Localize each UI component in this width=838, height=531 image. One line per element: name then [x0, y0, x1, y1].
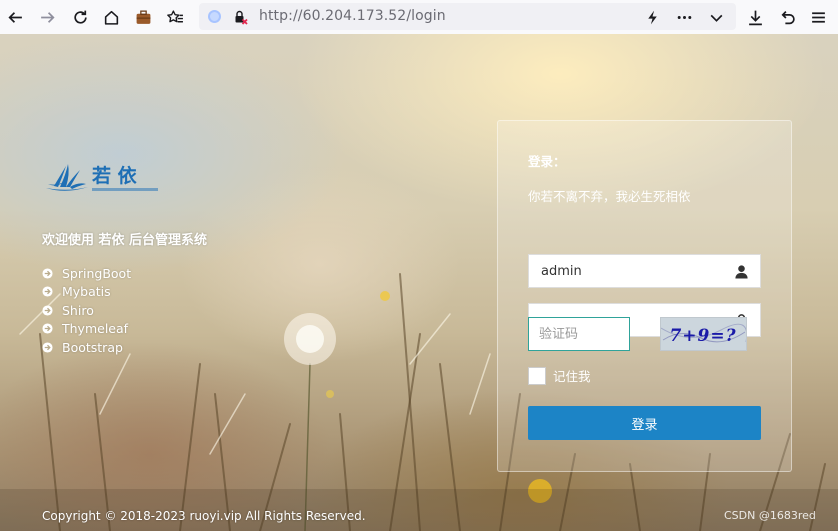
- back-icon[interactable]: [3, 5, 27, 29]
- bookmarks-icon[interactable]: [163, 5, 187, 29]
- login-subtitle: 你若不离不弃，我必生死相依: [528, 189, 691, 204]
- feature-item: Bootstrap: [42, 338, 131, 357]
- username-field[interactable]: [528, 254, 761, 288]
- feature-item: Mybatis: [42, 283, 131, 302]
- user-icon: [735, 265, 748, 279]
- menu-icon[interactable]: [806, 5, 830, 29]
- feature-label: Thymeleaf: [62, 321, 129, 337]
- home-icon[interactable]: [99, 5, 123, 29]
- remember-label: 记住我: [553, 369, 591, 384]
- logo-text: 若 依: [92, 164, 138, 187]
- remember-checkbox[interactable]: [528, 366, 546, 385]
- feature-label: Shiro: [62, 302, 94, 318]
- login-title: 登录：: [528, 154, 566, 169]
- briefcase-icon[interactable]: [131, 5, 155, 29]
- more-icon[interactable]: [672, 5, 696, 29]
- insecure-lock-icon[interactable]: [233, 9, 249, 25]
- arrow-circle-right-icon: [42, 268, 53, 279]
- welcome-heading: 欢迎使用 若依 后台管理系统: [42, 233, 208, 248]
- arrow-circle-right-icon: [42, 305, 53, 316]
- captcha-image[interactable]: 7+9=?: [660, 317, 748, 351]
- login-button[interactable]: 登录: [528, 406, 761, 440]
- watermark-text: CSDN @1683red: [724, 509, 816, 522]
- arrow-circle-right-icon: [42, 286, 53, 297]
- url-path: /login: [406, 8, 446, 24]
- arrow-circle-right-icon: [42, 342, 53, 353]
- url-host: http://60.204.173.52: [259, 8, 407, 24]
- browser-toolbar: http://60.204.173.52/login: [0, 0, 838, 34]
- site-info-icon[interactable]: [208, 10, 221, 23]
- feature-item: Shiro: [42, 301, 131, 320]
- flash-icon[interactable]: [640, 5, 664, 29]
- undo-icon[interactable]: [775, 5, 799, 29]
- feature-label: SpringBoot: [62, 265, 132, 281]
- feature-label: Bootstrap: [62, 339, 123, 355]
- username-input[interactable]: [529, 255, 719, 287]
- feature-label: Mybatis: [62, 284, 111, 300]
- feature-item: SpringBoot: [42, 264, 131, 283]
- captcha-text: 7+9=?: [669, 326, 736, 346]
- captcha-input[interactable]: [529, 318, 627, 350]
- reload-icon[interactable]: [68, 5, 92, 29]
- url-text: http://60.204.173.52/login: [259, 8, 446, 24]
- feature-list: SpringBoot Mybatis Shiro Thymeleaf Boots…: [42, 264, 131, 357]
- chevron-down-icon[interactable]: [704, 5, 728, 29]
- arrow-circle-right-icon: [42, 323, 53, 334]
- url-bar[interactable]: http://60.204.173.52/login: [199, 3, 736, 30]
- login-page: 若 依 欢迎使用 若依 后台管理系统 SpringBoot Mybatis Sh…: [0, 34, 838, 531]
- download-icon[interactable]: [743, 5, 767, 29]
- remember-me[interactable]: 记住我: [528, 366, 591, 385]
- captcha-field[interactable]: [528, 317, 630, 351]
- feature-item: Thymeleaf: [42, 320, 131, 339]
- forward-icon[interactable]: [35, 5, 59, 29]
- login-panel: 登录： 你若不离不弃，我必生死相依 7+9=? 记住我 登录: [497, 120, 792, 472]
- ruoyi-logo: 若 依: [46, 164, 158, 191]
- copyright-text: Copyright © 2018-2023 ruoyi.vip All Righ…: [42, 509, 366, 523]
